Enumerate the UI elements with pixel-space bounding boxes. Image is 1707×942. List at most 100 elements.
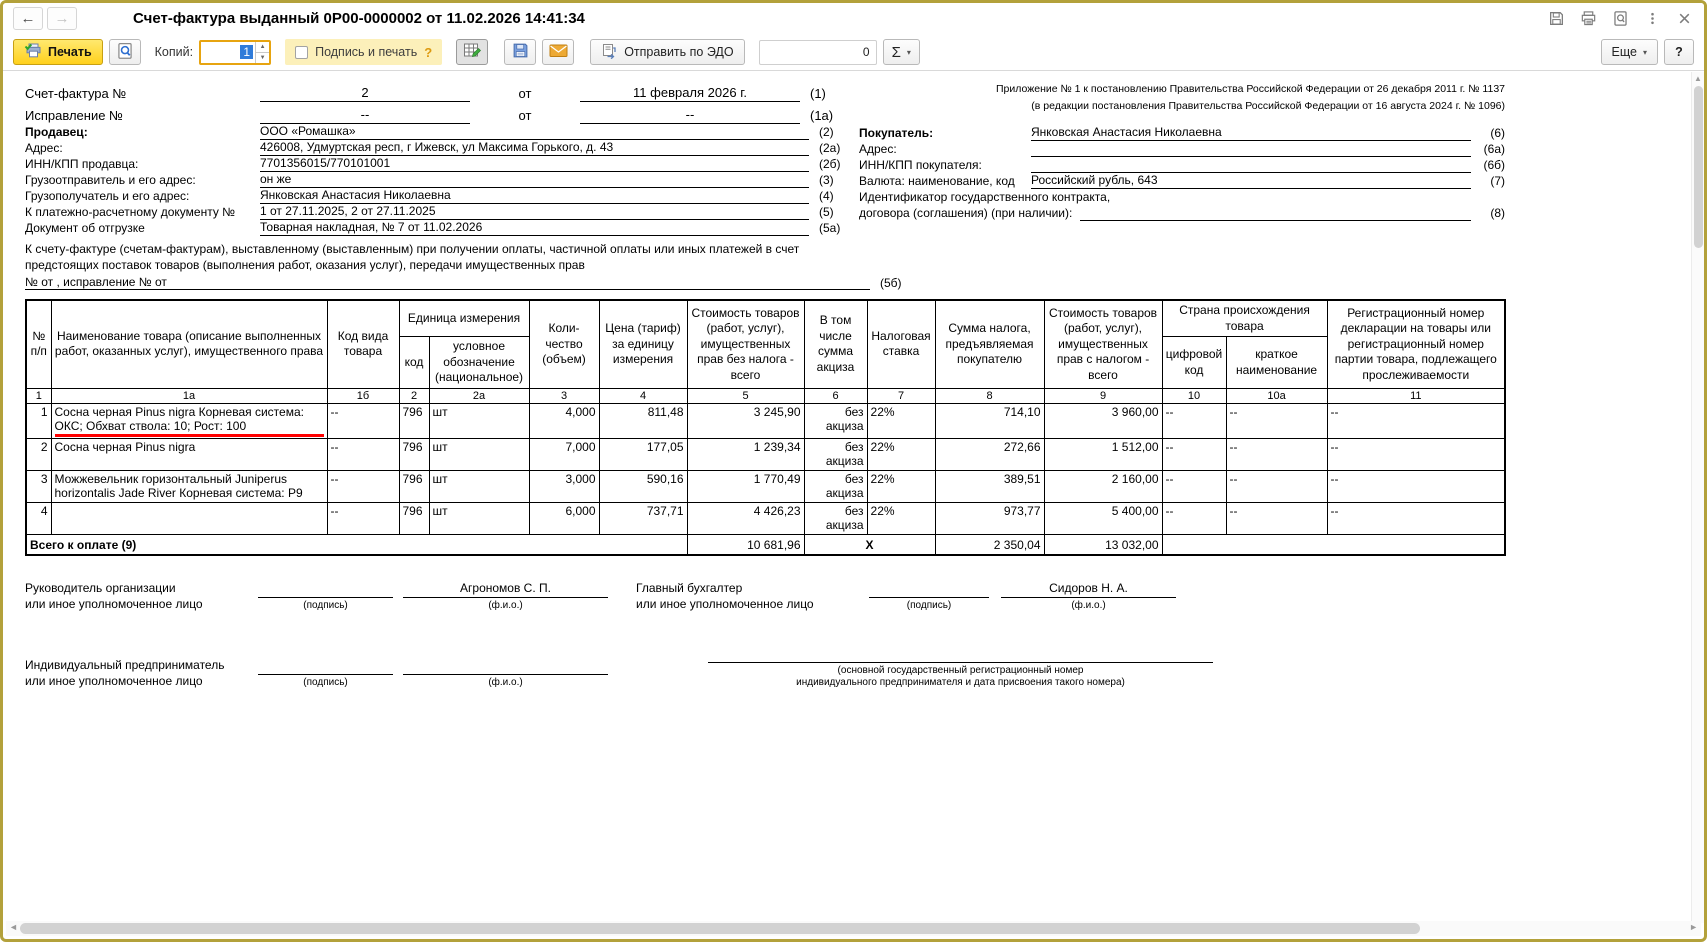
kebab-menu-icon[interactable]	[1642, 9, 1662, 29]
from-word: от	[518, 86, 532, 101]
seller-row: Адрес: 426008, Удмуртская респ, г Ижевск,…	[25, 140, 853, 156]
cell-col-1б: --	[326, 469, 400, 503]
save-file-button[interactable]	[504, 39, 537, 65]
send-edo-button[interactable]: Отправить по ЭДО	[590, 39, 745, 65]
from-word: от	[518, 108, 532, 123]
buyer-row: Валюта: наименование, код Российский рубл…	[859, 173, 1505, 189]
print-button[interactable]: Печать	[13, 39, 103, 65]
window-title: Счет-фактура выданный 0Р00-0000002 от 11…	[133, 10, 585, 27]
director-label: Руководитель организации или иное уполно…	[25, 581, 203, 612]
cell-col-8: 272,66	[934, 437, 1045, 471]
form-ref: (1а)	[810, 108, 834, 123]
total-amount-with-vat: 13 032,00	[1043, 533, 1163, 556]
advance-note-numbers: № от , исправление № от (5б)	[25, 273, 915, 290]
preview-icon[interactable]	[1610, 9, 1630, 29]
print-preview-button[interactable]	[108, 39, 141, 65]
column-number: 2а	[428, 387, 530, 404]
horizontal-scrollbar[interactable]: ◄ ►	[6, 921, 1701, 936]
form-row-label: Покупатель:	[859, 126, 934, 140]
form-row-value: Российский рубль, 643	[1031, 173, 1471, 189]
close-icon[interactable]	[1674, 9, 1694, 29]
scroll-up-icon[interactable]: ▲	[1692, 74, 1704, 83]
more-button[interactable]: Еще ▾	[1600, 39, 1658, 65]
sum-dropdown-button[interactable]: Σ ▾	[882, 39, 920, 65]
cell-col-4: 737,71	[598, 501, 688, 535]
cell-col-7: 22%	[866, 469, 936, 503]
copies-stepper[interactable]: 1 ▲ ▼	[199, 39, 272, 65]
form-row-value: 1 от 27.11.2025, 2 от 27.11.2025	[260, 204, 809, 220]
form-row-value: 7701356015/770101001	[260, 156, 809, 172]
cell-col-5: 1 770,49	[686, 469, 805, 503]
total-label: Всего к оплате (9)	[25, 533, 688, 556]
total-amount-no-vat: 10 681,96	[686, 533, 805, 556]
buyer-row: Покупатель: Янковская Анастасия Николаевн…	[859, 125, 1505, 141]
entrepreneur-signature-line: (подпись)	[258, 658, 393, 689]
title-bar: ← → Счет-фактура выданный 0Р00-0000002 о…	[3, 3, 1704, 34]
edo-counter-field[interactable]: 0	[758, 39, 877, 65]
buyer-row: Адрес: (6а)	[859, 141, 1505, 157]
cell-col-10: --	[1161, 501, 1227, 535]
column-number: 1а	[50, 387, 328, 404]
form-ref: (6а)	[1483, 142, 1505, 156]
horizontal-scroll-thumb[interactable]	[20, 923, 1420, 934]
invoice-number-row: Счет-фактура № 2 от 11 февраля 2026 г. (…	[25, 80, 853, 102]
column-number: 8	[934, 387, 1045, 404]
cell-col-3: 7,000	[528, 437, 600, 471]
col-header-price: Цена (тариф) за единицу измерения	[598, 299, 688, 389]
form-row-label: Грузоотправитель и его адрес:	[25, 173, 196, 187]
vertical-scrollbar[interactable]: ▲	[1691, 72, 1704, 923]
col-header-excise: В том числе сумма акциза	[803, 299, 868, 389]
form-row-label: ИНН/КПП покупателя:	[859, 158, 982, 172]
hint-question-icon[interactable]: ?	[424, 45, 432, 60]
cell-col-8: 973,77	[934, 501, 1045, 535]
edit-form-button[interactable]	[456, 39, 489, 65]
form-ref: (2)	[819, 125, 834, 139]
col-header-vat: Сумма налога, предъявляемая покупателю	[934, 299, 1045, 389]
form-row-value: ООО «Ромашка»	[260, 124, 809, 140]
seller-row: ИНН/КПП продавца: 7701356015/770101001 (2б…	[25, 156, 853, 172]
cell-col-2: 796	[398, 437, 430, 471]
printer-icon[interactable]	[1578, 9, 1598, 29]
forward-button[interactable]: →	[47, 7, 77, 30]
form-row-value: он же	[260, 172, 809, 188]
cell-col-1б: --	[326, 437, 400, 471]
help-button[interactable]: ?	[1664, 39, 1694, 65]
contract-value	[1080, 220, 1471, 221]
save-icon[interactable]	[1546, 9, 1566, 29]
cell-col-4: 177,05	[598, 437, 688, 471]
copies-value[interactable]: 1	[201, 42, 255, 63]
form-ref: (6)	[1490, 126, 1505, 140]
scroll-left-icon[interactable]: ◄	[9, 922, 18, 932]
vertical-scroll-thumb[interactable]	[1694, 86, 1703, 248]
sign-and-print-label: Подпись и печать	[315, 45, 418, 59]
cell-col-6: без акциза	[803, 469, 868, 503]
sign-and-print-checkbox[interactable]: Подпись и печать ?	[285, 39, 443, 65]
table-edit-icon	[463, 42, 482, 62]
send-email-button[interactable]	[542, 39, 575, 65]
checkbox-icon[interactable]	[295, 45, 309, 59]
form-ref: (1)	[810, 86, 826, 101]
advance-note: К счету-фактуре (счетам-фактурам), выста…	[25, 242, 800, 272]
table-total-row: Всего к оплате (9) 10 681,96 X 2 350,04 …	[25, 533, 1506, 556]
back-button[interactable]: ←	[13, 7, 43, 30]
print-form-area[interactable]: Счет-фактура № 2 от 11 февраля 2026 г. (…	[3, 71, 1704, 924]
chevron-down-icon: ▾	[906, 47, 911, 57]
cell-col-3: 4,000	[528, 402, 600, 439]
form-row-label: Грузополучатель и его адрес:	[25, 189, 190, 203]
form-ref: (5а)	[819, 221, 841, 235]
col-header-num: № п/п	[25, 299, 52, 389]
column-number: 3	[528, 387, 600, 404]
cell-col-7: 22%	[866, 501, 936, 535]
correction-label: Исправление №	[25, 108, 123, 123]
scroll-right-icon[interactable]: ►	[1689, 922, 1698, 932]
col-header-reg: Регистрационный номер декларации на това…	[1326, 299, 1506, 389]
col-header-kind: Код вида товара	[326, 299, 400, 389]
form-ref: (5б)	[880, 276, 902, 290]
cell-col-6: без акциза	[803, 402, 868, 439]
cell-col-2а: шт	[428, 469, 530, 503]
form-row-value: Янковская Анастасия Николаевна	[1031, 125, 1471, 141]
print-check-icon	[24, 43, 42, 62]
spin-down-icon[interactable]: ▼	[256, 53, 269, 63]
cell-col-9: 5 400,00	[1043, 501, 1163, 535]
spin-up-icon[interactable]: ▲	[256, 42, 270, 53]
